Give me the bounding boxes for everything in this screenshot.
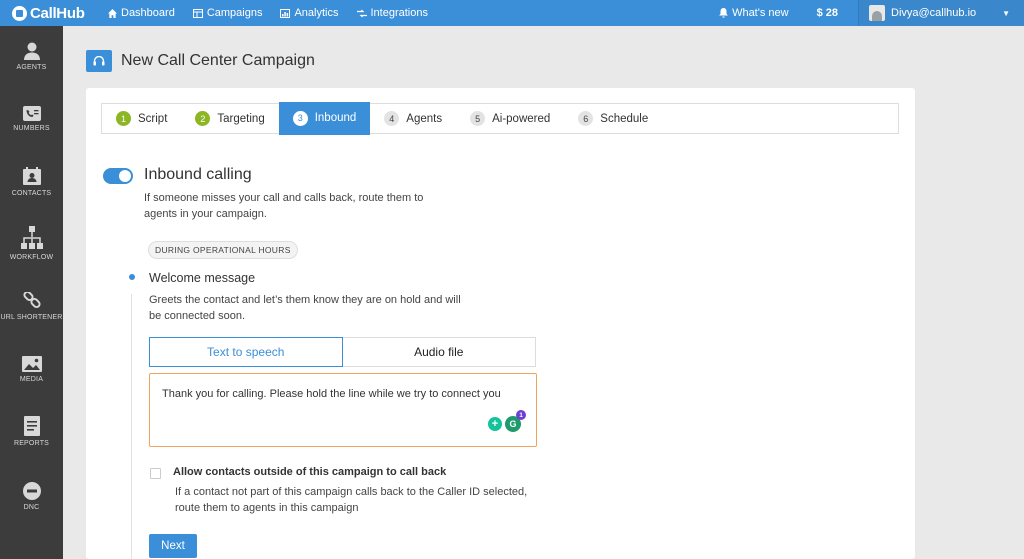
welcome-message-title: Welcome message: [149, 271, 256, 285]
message-type-tabs: Text to speech Audio file: [149, 337, 536, 367]
toggle-knob: [119, 170, 131, 182]
top-nav: Dashboard Campaigns Analytics Integratio…: [108, 7, 446, 19]
step-agents[interactable]: 4 Agents: [370, 103, 456, 134]
grammarly-icon[interactable]: G 1: [505, 410, 526, 432]
step-script[interactable]: 1 Script: [102, 103, 181, 134]
brand[interactable]: CallHub: [0, 5, 108, 22]
inbound-calling-title: Inbound calling: [144, 166, 252, 183]
workflow-icon: [20, 226, 43, 249]
welcome-message-description: Greets the contact and let’s them know t…: [149, 294, 461, 322]
sidebar-label-agents: AGENTS: [16, 64, 47, 71]
sidebar-label-reports: REPORTS: [13, 440, 50, 447]
step-number: 1: [116, 111, 131, 126]
user-menu[interactable]: Divya@callhub.io ▼: [858, 0, 1024, 26]
bell-icon: [719, 8, 729, 18]
media-icon: [21, 356, 42, 372]
sidebar-label-dnc: DNC: [23, 504, 40, 511]
step-label: Agents: [406, 112, 443, 125]
allow-outside-label[interactable]: Allow contacts outside of this campaign …: [173, 466, 446, 478]
sidebar-item-numbers[interactable]: NUMBERS: [0, 106, 63, 132]
account-balance[interactable]: $ 28: [817, 7, 838, 19]
inbound-calling-description: If someone misses your call and calls ba…: [144, 192, 424, 220]
grammarly-widget[interactable]: + G 1: [488, 410, 526, 432]
allow-outside-description: If a contact not part of this campaign c…: [175, 486, 528, 514]
sidebar-label-numbers: NUMBERS: [13, 125, 50, 132]
caret-down-icon: ▼: [1002, 8, 1010, 18]
audio-file-tab[interactable]: Audio file: [342, 337, 536, 367]
sidebar-label-workflow: WORKFLOW: [9, 254, 54, 261]
sidebar: AGENTS NUMBERS CONTACTS WORKFLOW URL SHO…: [0, 26, 63, 559]
whats-new-label: What's new: [732, 7, 789, 19]
nav-analytics[interactable]: Analytics: [280, 7, 339, 19]
contacts-icon: [22, 167, 41, 185]
home-icon: [108, 8, 117, 18]
step-targeting[interactable]: 2 Targeting: [181, 103, 278, 134]
grammarly-add-icon[interactable]: +: [488, 417, 502, 431]
tts-text: Thank you for calling. Please hold the l…: [162, 388, 501, 400]
step-label: Schedule: [600, 112, 649, 125]
operational-hours-badge: DURING OPERATIONAL HOURS: [148, 241, 298, 259]
grammarly-count-badge: 1: [516, 410, 526, 420]
allow-outside-checkbox[interactable]: [150, 468, 161, 479]
agents-icon: [23, 42, 40, 60]
nav-integrations[interactable]: Integrations: [356, 7, 428, 19]
step-number: 6: [578, 111, 594, 126]
integrations-icon: [356, 9, 367, 17]
timeline-dot: [129, 274, 135, 280]
nav-analytics-label: Analytics: [294, 7, 339, 19]
nav-integrations-label: Integrations: [370, 7, 428, 19]
whats-new-button[interactable]: What's new: [719, 7, 789, 19]
sidebar-item-agents[interactable]: AGENTS: [0, 42, 63, 71]
sidebar-label-url-shortener: URL SHORTENER: [0, 314, 63, 321]
step-number: 5: [470, 111, 486, 126]
sidebar-item-url-shortener[interactable]: URL SHORTENER: [0, 292, 63, 321]
text-to-speech-tab[interactable]: Text to speech: [149, 337, 343, 367]
sidebar-item-workflow[interactable]: WORKFLOW: [0, 226, 63, 261]
brand-name: CallHub: [30, 4, 85, 22]
top-right: What's new $ 28 Divya@callhub.io ▼: [719, 0, 1024, 26]
tts-textarea[interactable]: Thank you for calling. Please hold the l…: [149, 373, 537, 447]
step-schedule[interactable]: 6 Schedule: [564, 103, 662, 134]
step-label: Script: [138, 112, 168, 125]
reports-icon: [23, 416, 40, 436]
user-email: Divya@callhub.io: [891, 7, 977, 19]
step-label: Ai-powered: [492, 112, 551, 125]
sidebar-item-reports[interactable]: REPORTS: [0, 416, 63, 447]
sidebar-item-contacts[interactable]: CONTACTS: [0, 166, 63, 197]
avatar: [869, 5, 885, 21]
callhub-logo-icon: [12, 5, 27, 21]
sidebar-label-contacts: CONTACTS: [11, 190, 52, 197]
step-number: 2: [195, 111, 211, 126]
sidebar-label-media: MEDIA: [19, 376, 44, 383]
inbound-calling-toggle[interactable]: [103, 168, 133, 184]
step-number: 4: [384, 111, 400, 126]
link-icon: [22, 292, 41, 309]
campaigns-icon: [192, 8, 203, 18]
page-header: New Call Center Campaign: [86, 50, 315, 72]
timeline-line: [131, 294, 132, 559]
sidebar-item-dnc[interactable]: DNC: [0, 482, 63, 511]
step-ai-powered[interactable]: 5 Ai-powered: [456, 103, 564, 134]
step-label: Targeting: [217, 112, 265, 125]
dnc-icon: [22, 482, 41, 500]
headset-icon: [86, 50, 112, 72]
analytics-icon: [280, 8, 291, 18]
page-title: New Call Center Campaign: [121, 52, 315, 69]
top-navbar: CallHub Dashboard Campaigns Analytics In…: [0, 0, 1024, 26]
nav-dashboard[interactable]: Dashboard: [108, 7, 175, 19]
sidebar-item-media[interactable]: MEDIA: [0, 356, 63, 383]
nav-campaigns-label: Campaigns: [206, 7, 263, 19]
nav-dashboard-label: Dashboard: [121, 7, 175, 19]
step-inbound[interactable]: 3 Inbound: [278, 101, 371, 135]
numbers-icon: [22, 106, 41, 121]
wizard-steps: 1 Script 2 Targeting 3 Inbound 4 Agents …: [101, 101, 899, 135]
step-number: 3: [292, 110, 308, 126]
step-label: Inbound: [314, 112, 357, 124]
nav-campaigns[interactable]: Campaigns: [192, 7, 263, 19]
next-button[interactable]: Next: [149, 534, 197, 558]
campaign-card: 1 Script 2 Targeting 3 Inbound 4 Agents …: [86, 88, 915, 559]
